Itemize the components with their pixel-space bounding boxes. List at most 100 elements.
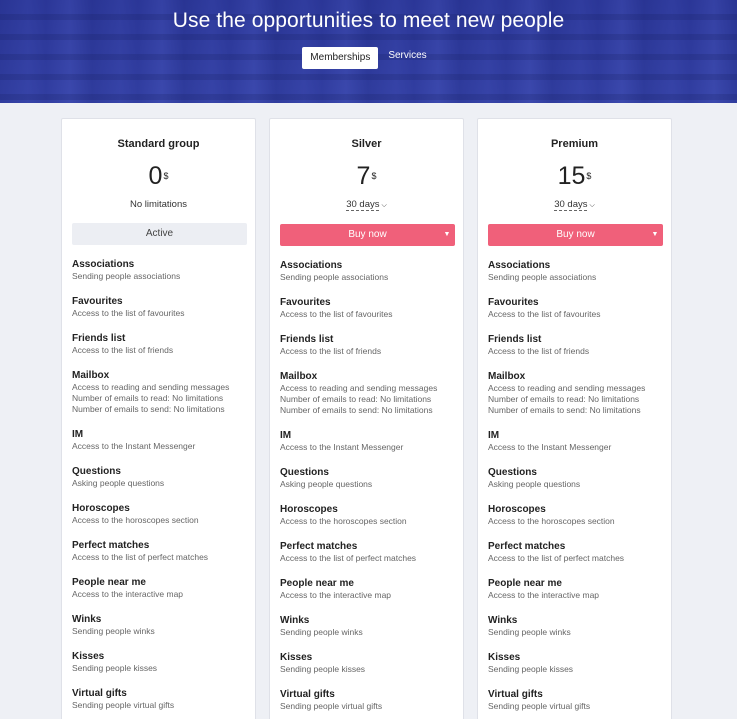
hero-tabs: Memberships Services: [0, 47, 737, 69]
feature-item: Kisses Sending people kisses: [488, 651, 668, 675]
plan-price-value: 0: [148, 162, 163, 190]
feature-name: Perfect matches: [488, 541, 566, 552]
feature-name: Winks: [72, 614, 102, 625]
feature-description: Sending people virtual gifts: [488, 701, 591, 711]
feature-description: Access to the list of favourites: [280, 309, 393, 319]
buy-now-button[interactable]: Buy now ▼: [280, 224, 455, 246]
feature-item: Kisses Sending people kisses: [280, 651, 460, 675]
feature-item: Winks Sending people winks: [280, 614, 460, 638]
feature-name: Questions: [72, 466, 121, 477]
feature-description: Sending people winks: [280, 627, 363, 637]
feature-description: Access to the list of favourites: [488, 309, 601, 319]
hero-banner: Use the opportunities to meet new people…: [0, 0, 737, 103]
feature-description: Access to the interactive map: [72, 589, 184, 599]
plan-subtitle: No limitations: [129, 199, 188, 210]
tab-memberships[interactable]: Memberships: [302, 47, 379, 69]
feature-item: Perfect matches Access to the list of per…: [488, 540, 668, 564]
feature-description: Access to the interactive map: [280, 590, 392, 600]
feature-name: Associations: [488, 260, 551, 271]
period-label[interactable]: 30 days: [346, 199, 380, 211]
feature-description: Number of emails to send: No limitations: [280, 405, 433, 415]
feature-item: Favourites Access to the list of favourit…: [488, 296, 668, 320]
feature-name: Horoscopes: [280, 504, 338, 515]
feature-item: Friends list Access to the list of friend…: [488, 333, 668, 357]
plan-card-silver: Silver 7$ 30 days ⌵ Buy now ▼ Associations…: [269, 118, 464, 719]
feature-description: Sending people associations: [488, 272, 597, 282]
feature-name: People near me: [488, 578, 562, 589]
feature-item: Mailbox Access to reading and sending mes…: [488, 370, 668, 416]
tab-services[interactable]: Services: [380, 45, 434, 67]
feature-description: Number of emails to read: No limitations: [72, 393, 224, 403]
dropdown-caret-icon[interactable]: ▼: [439, 224, 455, 246]
page-title: Use the opportunities to meet new people: [172, 9, 565, 32]
feature-item: Winks Sending people winks: [488, 614, 668, 638]
feature-description: Access to the interactive map: [488, 590, 600, 600]
feature-description: Access to reading and sending messages: [72, 382, 230, 392]
feature-item: Questions Asking people questions: [72, 465, 252, 489]
feature-item: Horoscopes Access to the horoscopes secti…: [488, 503, 668, 527]
feature-name: Questions: [488, 467, 537, 478]
feature-description: Access to the horoscopes section: [72, 515, 199, 525]
feature-name: Mailbox: [488, 371, 526, 382]
feature-name: Horoscopes: [488, 504, 546, 515]
feature-description: Sending people associations: [72, 271, 181, 281]
active-button: Active: [72, 223, 247, 245]
feature-description: Access to the list of friends: [488, 346, 590, 356]
feature-description: Number of emails to read: No limitations: [280, 394, 432, 404]
plan-price-value: 7: [356, 162, 371, 190]
feature-item: Favourites Access to the list of favourit…: [280, 296, 460, 320]
feature-name: Horoscopes: [72, 503, 130, 514]
plan-price: 7$: [270, 161, 463, 191]
period-select[interactable]: 30 days ⌵: [478, 199, 671, 211]
feature-description: Access to the Instant Messenger: [280, 442, 404, 452]
feature-item: Virtual gifts Sending people virtual gift…: [488, 688, 668, 712]
feature-name: Mailbox: [72, 370, 110, 381]
plan-card-standard: Standard group 0$ No limitations Active …: [61, 118, 256, 719]
plans-container: Standard group 0$ No limitations Active …: [61, 118, 673, 719]
feature-name: Perfect matches: [72, 540, 150, 551]
buy-now-button[interactable]: Buy now ▼: [488, 224, 663, 246]
buy-now-label: Buy now: [348, 229, 387, 240]
plan-price: 0$: [62, 161, 255, 191]
feature-name: Favourites: [72, 296, 123, 307]
feature-description: Sending people winks: [488, 627, 571, 637]
feature-name: Kisses: [488, 652, 521, 663]
feature-description: Number of emails to send: No limitations: [488, 405, 641, 415]
feature-description: Access to reading and sending messages: [488, 383, 646, 393]
feature-name: Winks: [488, 615, 518, 626]
feature-name: IM: [72, 429, 84, 440]
period-select[interactable]: 30 days ⌵: [270, 199, 463, 211]
plan-currency: $: [163, 171, 169, 181]
chevron-down-icon[interactable]: ⌵: [589, 202, 594, 209]
feature-item: Favourites Access to the list of favourit…: [72, 295, 252, 319]
feature-name: IM: [280, 430, 292, 441]
feature-item: Associations Sending people associations: [488, 259, 668, 283]
feature-name: IM: [488, 430, 500, 441]
plan-title: Silver: [351, 138, 382, 150]
chevron-down-icon[interactable]: ⌵: [381, 202, 386, 209]
dropdown-caret-icon[interactable]: ▼: [647, 224, 663, 246]
feature-description: Access to the list of favourites: [72, 308, 185, 318]
feature-description: Access to the list of perfect matches: [488, 553, 625, 563]
feature-item: Mailbox Access to reading and sending mes…: [72, 369, 252, 415]
feature-description: Access to the list of perfect matches: [280, 553, 417, 563]
feature-item: Questions Asking people questions: [280, 466, 460, 490]
feature-name: Virtual gifts: [488, 689, 543, 700]
feature-description: Asking people questions: [280, 479, 373, 489]
feature-item: Horoscopes Access to the horoscopes secti…: [72, 502, 252, 526]
feature-name: Virtual gifts: [280, 689, 335, 700]
plan-title: Standard group: [117, 138, 200, 150]
feature-name: People near me: [280, 578, 354, 589]
feature-description: Access to the Instant Messenger: [488, 442, 612, 452]
feature-item: Associations Sending people associations: [280, 259, 460, 283]
feature-description: Access to the list of friends: [280, 346, 382, 356]
plan-currency: $: [371, 171, 377, 181]
feature-description: Sending people kisses: [72, 663, 158, 673]
feature-item: IM Access to the Instant Messenger: [72, 428, 252, 452]
feature-item: Perfect matches Access to the list of per…: [280, 540, 460, 564]
feature-description: Number of emails to read: No limitations: [488, 394, 640, 404]
feature-name: Favourites: [280, 297, 331, 308]
feature-description: Asking people questions: [488, 479, 581, 489]
period-label[interactable]: 30 days: [554, 199, 588, 211]
feature-description: Sending people virtual gifts: [72, 700, 175, 710]
